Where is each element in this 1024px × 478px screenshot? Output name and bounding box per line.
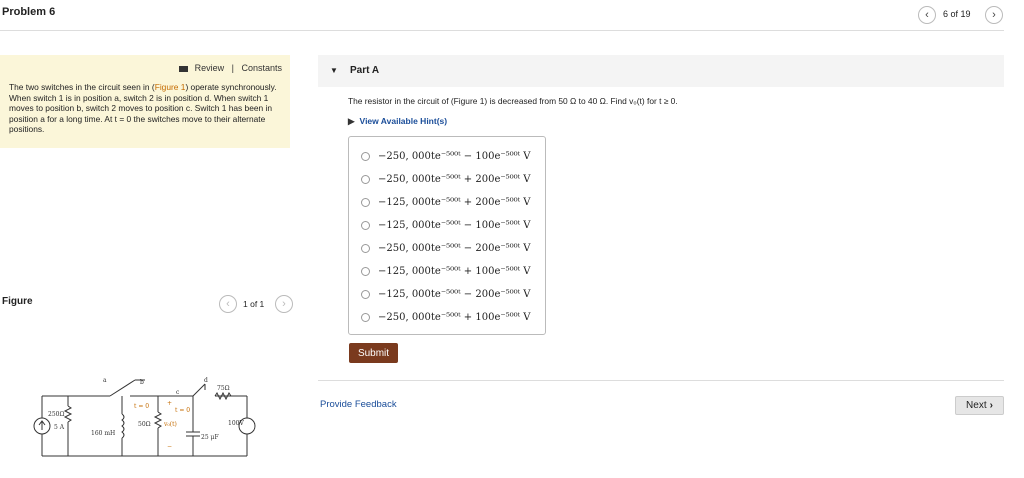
- r250-label: 250Ω: [48, 411, 64, 418]
- radio-button[interactable]: [361, 266, 370, 276]
- figure-title: Figure: [2, 296, 33, 307]
- content-divider: [318, 380, 1004, 381]
- prev-problem-button[interactable]: ‹: [918, 6, 936, 24]
- r75-label: 75Ω: [217, 385, 230, 392]
- radio-button[interactable]: [361, 197, 370, 207]
- node-b-label: b: [140, 379, 144, 386]
- page-indicator: 6 of 19: [943, 9, 971, 19]
- chevron-left-icon: ‹: [226, 298, 230, 310]
- chevron-right-icon: ›: [989, 400, 993, 411]
- source-label: 5 A: [54, 424, 65, 431]
- question-text: The resistor in the circuit of (Figure 1…: [348, 96, 678, 106]
- part-label: Part A: [350, 65, 380, 76]
- figure-link[interactable]: Figure 1: [155, 82, 186, 92]
- constants-link[interactable]: Constants: [241, 63, 282, 73]
- chevron-right-icon: ›: [282, 298, 286, 310]
- next-problem-button[interactable]: ›: [985, 6, 1003, 24]
- view-hints-toggle[interactable]: ▶ View Available Hint(s): [348, 116, 447, 127]
- radio-button[interactable]: [361, 289, 370, 299]
- radio-button[interactable]: [361, 151, 370, 161]
- review-link[interactable]: Review: [195, 63, 225, 73]
- radio-button[interactable]: [361, 174, 370, 184]
- choice-option[interactable]: −250, 000te⁻⁵⁰⁰ᵗ + 100e⁻⁵⁰⁰ᵗ V: [361, 307, 531, 327]
- links-separator: |: [231, 63, 234, 73]
- node-c-label: c: [176, 389, 180, 396]
- part-a-header[interactable]: ▼ Part A: [318, 55, 1004, 87]
- choice-option[interactable]: −250, 000te⁻⁵⁰⁰ᵗ − 100e⁻⁵⁰⁰ᵗ V: [361, 146, 531, 166]
- chevron-right-icon: ›: [992, 9, 996, 21]
- choice-option[interactable]: −250, 000te⁻⁵⁰⁰ᵗ − 200e⁻⁵⁰⁰ᵗ V: [361, 238, 531, 258]
- intro-links: Review | Constants: [179, 63, 282, 73]
- figure-pager: 1 of 1: [243, 299, 265, 309]
- vsource-label: 100V: [228, 420, 244, 427]
- next-button[interactable]: Next ›: [955, 396, 1004, 415]
- figure-prev-button[interactable]: ‹: [219, 295, 237, 313]
- answer-choices: −250, 000te⁻⁵⁰⁰ᵗ − 100e⁻⁵⁰⁰ᵗ V −250, 000…: [348, 136, 546, 335]
- figure-next-button[interactable]: ›: [275, 295, 293, 313]
- vo-plus-label: +: [167, 400, 172, 407]
- submit-button[interactable]: Submit: [349, 343, 398, 363]
- r50-label: 50Ω: [138, 421, 151, 428]
- vo-minus-label: −: [167, 443, 172, 450]
- review-icon: [179, 65, 189, 72]
- vo-label: v₀(t): [163, 421, 177, 428]
- choice-option[interactable]: −250, 000te⁻⁵⁰⁰ᵗ + 200e⁻⁵⁰⁰ᵗ V: [361, 169, 531, 189]
- choice-option[interactable]: −125, 000te⁻⁵⁰⁰ᵗ + 100e⁻⁵⁰⁰ᵗ V: [361, 261, 531, 281]
- node-a-label: a: [103, 377, 107, 384]
- switch2-label: t = 0: [175, 407, 190, 414]
- collapse-triangle-icon: ▼: [330, 66, 338, 75]
- switch1-label: t = 0: [134, 403, 149, 410]
- radio-button[interactable]: [361, 243, 370, 253]
- header-divider: [0, 30, 1004, 31]
- choice-option[interactable]: −125, 000te⁻⁵⁰⁰ᵗ + 200e⁻⁵⁰⁰ᵗ V: [361, 192, 531, 212]
- caret-right-icon: ▶: [348, 116, 355, 126]
- choice-option[interactable]: −125, 000te⁻⁵⁰⁰ᵗ − 200e⁻⁵⁰⁰ᵗ V: [361, 284, 531, 304]
- page-title: Problem 6: [2, 6, 56, 18]
- choice-option[interactable]: −125, 000te⁻⁵⁰⁰ᵗ − 100e⁻⁵⁰⁰ᵗ V: [361, 215, 531, 235]
- node-d-label: d: [204, 377, 208, 384]
- problem-intro-panel: Review | Constants The two switches in t…: [0, 55, 290, 148]
- capacitor-label: 25 μF: [201, 434, 219, 441]
- radio-button[interactable]: [361, 312, 370, 322]
- provide-feedback-link[interactable]: Provide Feedback: [320, 399, 397, 410]
- radio-button[interactable]: [361, 220, 370, 230]
- chevron-left-icon: ‹: [925, 9, 929, 21]
- inductor-label: 160 mH: [91, 430, 115, 437]
- problem-statement: The two switches in the circuit seen in …: [9, 82, 277, 135]
- circuit-diagram: a b c d 250Ω 5 A 160 mH t = 0 50Ω v₀(t) …: [33, 377, 256, 457]
